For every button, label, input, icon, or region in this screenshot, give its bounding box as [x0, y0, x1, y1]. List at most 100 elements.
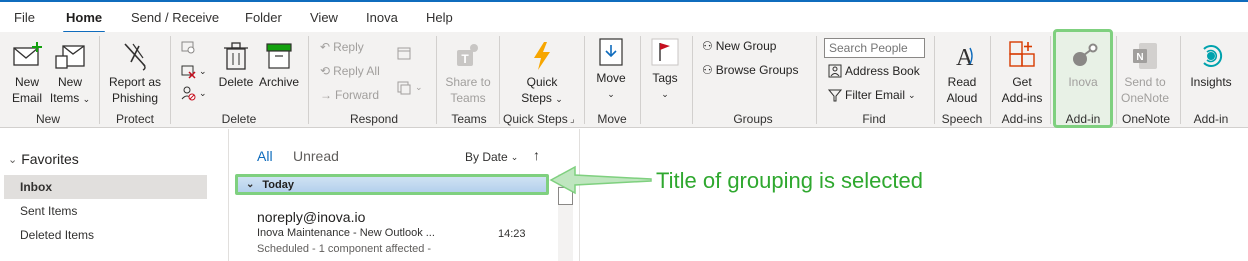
meeting-button[interactable] — [396, 45, 412, 61]
report-phishing-label-2: Phishing — [111, 91, 159, 105]
folder-pane: ⌄ Favorites Inbox Sent Items Deleted Ite… — [0, 129, 229, 261]
annotation-arrow — [549, 165, 652, 195]
ignore-icon — [181, 41, 195, 54]
get-addins-button[interactable]: Get Add-ins — [997, 40, 1047, 106]
chevron-down-icon: ⌄ — [199, 66, 207, 76]
new-email-button[interactable]: New Email — [6, 40, 48, 106]
quick-steps-label-1: Quick — [526, 75, 558, 89]
menu-home[interactable]: Home — [66, 10, 102, 25]
send-to-onenote-button[interactable]: N Send to OneNote — [1118, 40, 1172, 106]
new-email-icon — [13, 42, 42, 66]
folder-sent-items[interactable]: Sent Items — [4, 199, 207, 223]
address-book-icon — [828, 64, 842, 78]
inova-button[interactable]: Inova — [1060, 40, 1106, 90]
svg-text:N: N — [1136, 52, 1143, 63]
share-teams-label-2: Teams — [450, 91, 486, 105]
group-header-today[interactable]: ⌄ Today — [235, 174, 549, 195]
sort-direction-icon[interactable]: ↑ — [533, 147, 540, 163]
share-to-teams-button[interactable]: T Share to Teams — [442, 40, 494, 106]
move-label: Move — [596, 71, 626, 85]
menu-help[interactable]: Help — [426, 10, 453, 25]
filter-all-tab[interactable]: All — [257, 148, 273, 164]
search-people-input[interactable] — [824, 38, 925, 58]
group-label-groups: Groups — [733, 112, 773, 126]
filter-unread-tab[interactable]: Unread — [293, 148, 339, 164]
group-divider — [934, 36, 935, 124]
group-label-delete: Delete — [221, 112, 257, 126]
dialog-launcher-icon[interactable]: ⌟ — [570, 114, 575, 125]
new-group-label: New Group — [715, 39, 777, 53]
quick-steps-label-2: Steps ⌄ — [521, 91, 563, 105]
message-subject: Inova Maintenance - New Outlook ... — [257, 227, 435, 239]
browse-groups-button[interactable]: ⚇ Browse Groups — [702, 62, 798, 78]
insights-icon — [1203, 45, 1223, 67]
quick-steps-button[interactable]: Quick Steps ⌄ — [514, 40, 570, 107]
reply-button[interactable]: ↶ Reply — [320, 39, 364, 55]
group-divider — [436, 36, 437, 124]
menu-send-receive[interactable]: Send / Receive — [131, 10, 219, 25]
archive-label: Archive — [258, 75, 299, 89]
read-aloud-button[interactable]: A Read Aloud — [940, 40, 984, 106]
junk-button[interactable]: ⌄ — [180, 85, 207, 101]
ignore-button[interactable] — [180, 39, 196, 55]
more-respond-button[interactable]: ⌄ — [396, 79, 423, 95]
favorites-header[interactable]: ⌄ Favorites — [8, 151, 79, 167]
junk-icon — [181, 86, 196, 101]
chevron-down-icon: ⌄ — [908, 90, 916, 100]
reply-all-icon: ⟲ — [320, 64, 331, 78]
chevron-down-icon: ⌄ — [82, 94, 91, 104]
new-items-button[interactable]: New Items ⌄ — [48, 40, 92, 107]
menu-folder[interactable]: Folder — [245, 10, 282, 25]
message-time: 14:23 — [498, 228, 526, 240]
favorites-label: Favorites — [21, 151, 79, 167]
archive-icon — [266, 43, 292, 69]
report-phishing-button[interactable]: Report as Phishing — [104, 40, 166, 106]
message-preview: Scheduled - 1 component affected - — [257, 243, 432, 255]
group-label-respond: Respond — [349, 112, 399, 126]
insights-button[interactable]: Insights — [1187, 40, 1235, 90]
group-title: Today — [262, 178, 294, 191]
menu-file[interactable]: File — [14, 10, 35, 25]
phishing-hook-icon — [124, 43, 146, 71]
sort-by-dropdown[interactable]: By Date ⌄ — [465, 150, 518, 164]
svg-text:T: T — [461, 52, 469, 66]
chevron-down-icon: ⌄ — [199, 88, 207, 98]
reply-all-button[interactable]: ⟲ Reply All — [320, 63, 380, 79]
group-divider — [692, 36, 693, 124]
folder-inbox[interactable]: Inbox — [4, 175, 207, 199]
flag-icon — [651, 38, 679, 66]
group-icon: ⚇ — [702, 39, 713, 53]
calendar-icon — [397, 47, 411, 60]
inova-label: Inova — [1068, 75, 1098, 89]
filter-email-button[interactable]: Filter Email ⌄ — [828, 87, 916, 103]
new-items-label-1: New — [57, 75, 82, 89]
chevron-down-icon: ⌄ — [555, 94, 563, 104]
annotation-text: Title of grouping is selected — [656, 168, 923, 193]
filter-email-label: Filter Email — [845, 88, 906, 102]
group-label-move: Move — [597, 112, 627, 126]
group-divider — [1180, 36, 1181, 124]
addins-grid-icon — [1009, 41, 1035, 67]
menu-inova[interactable]: Inova — [366, 10, 398, 25]
group-divider — [99, 36, 100, 124]
address-book-button[interactable]: Address Book — [828, 63, 920, 79]
new-items-label-2: Items ⌄ — [49, 91, 91, 105]
onenote-icon: N — [1133, 43, 1157, 69]
delete-label: Delete — [218, 75, 254, 89]
clean-up-button[interactable]: ⌄ — [180, 63, 207, 79]
delete-button[interactable]: Delete — [216, 40, 256, 90]
forward-button[interactable]: → Forward — [320, 87, 379, 103]
address-book-label: Address Book — [845, 64, 920, 78]
menu-view[interactable]: View — [310, 10, 338, 25]
move-button[interactable]: Move ⌄ — [592, 36, 630, 102]
lightning-icon — [534, 42, 550, 70]
folder-deleted-items[interactable]: Deleted Items — [4, 223, 207, 247]
tags-button[interactable]: Tags ⌄ — [648, 36, 682, 102]
new-group-button[interactable]: ⚇ New Group — [702, 38, 776, 54]
archive-button[interactable]: Archive — [257, 40, 301, 90]
message-sender: noreply@inova.io — [257, 209, 366, 225]
group-divider — [308, 36, 309, 124]
new-email-label-2: Email — [11, 91, 42, 105]
clean-up-icon — [181, 65, 196, 79]
forward-icon: → — [320, 88, 332, 102]
